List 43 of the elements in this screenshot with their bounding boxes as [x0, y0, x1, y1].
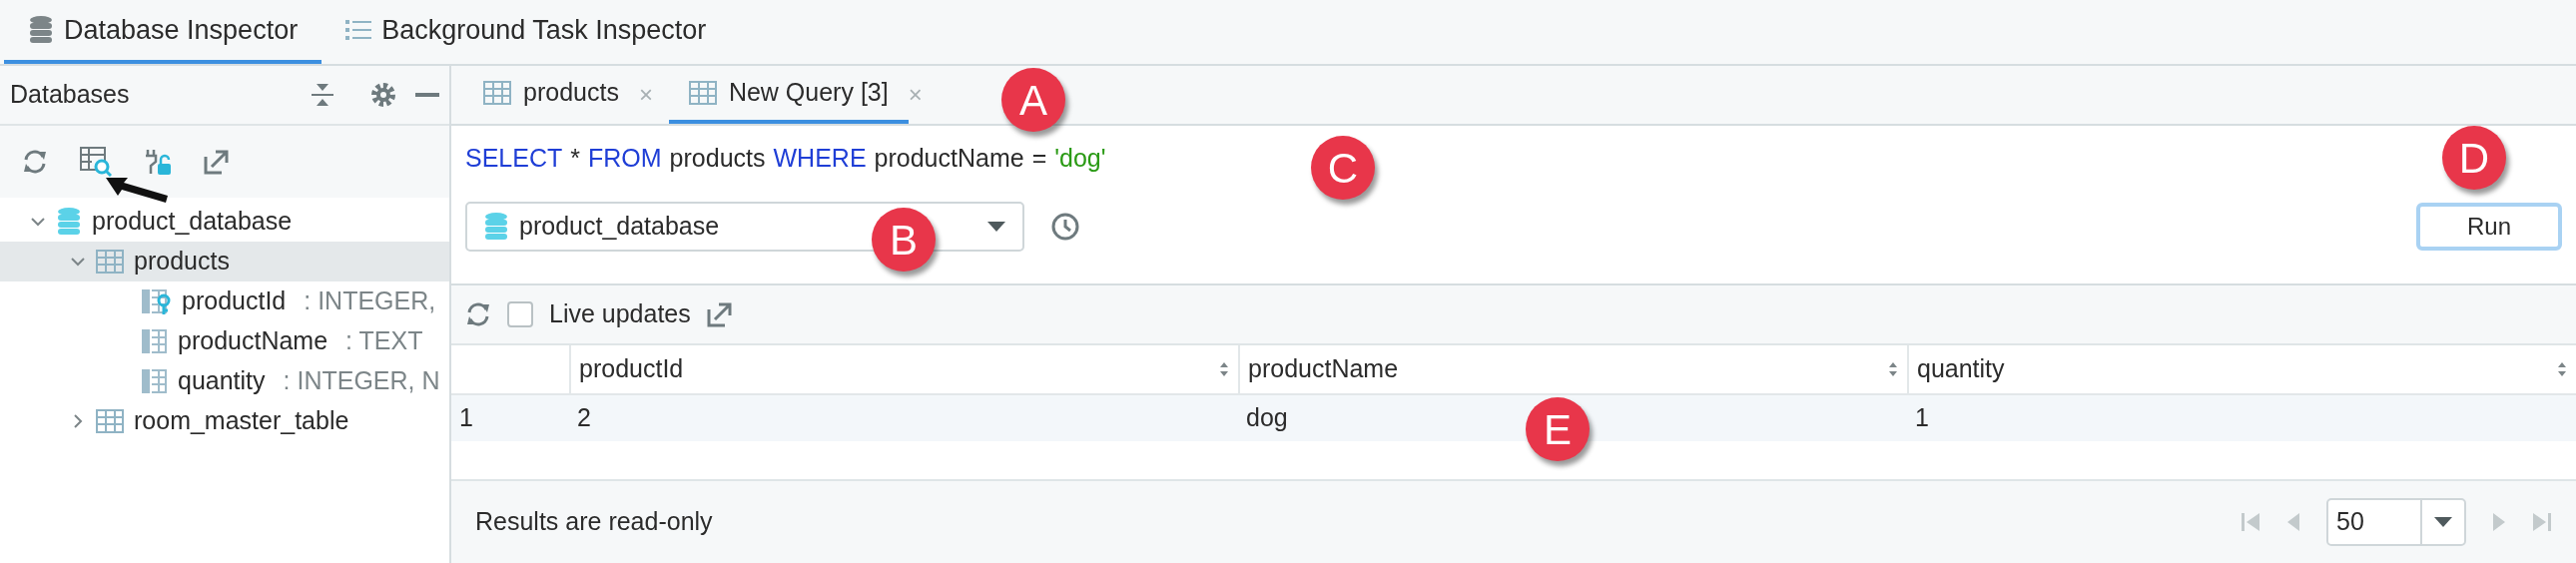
table-icon: [96, 409, 124, 433]
list-icon: [345, 18, 372, 42]
tree-item[interactable]: products: [0, 242, 449, 282]
callout-marker: A: [1001, 68, 1065, 132]
export-icon[interactable]: [706, 301, 733, 327]
table-icon: [688, 81, 717, 105]
tree-item[interactable]: quantity : INTEGER, N: [0, 361, 449, 401]
status-text: Results are read-only: [475, 506, 713, 538]
database-icon: [483, 211, 509, 242]
tree-item[interactable]: productName : TEXT: [0, 321, 449, 361]
column-header[interactable]: quantity: [1907, 345, 2576, 395]
caret-icon: [986, 220, 1006, 233]
caret-icon: [2433, 516, 2453, 528]
column-header[interactable]: productId: [569, 345, 1238, 395]
tree-item[interactable]: product_database: [0, 202, 449, 242]
column-icon: [142, 368, 168, 394]
table-search-icon[interactable]: [80, 147, 112, 177]
table-icon: [96, 250, 124, 274]
panel-title: Databases: [10, 79, 130, 111]
column-icon: [142, 328, 168, 354]
sql-query-text[interactable]: SELECT * FROM products WHERE productName = 'dog': [465, 140, 1106, 178]
page-size-dropdown[interactable]: 50: [2326, 498, 2466, 546]
pointer-arrow-icon: [104, 176, 170, 204]
settings-icon[interactable]: [369, 81, 397, 109]
collapse-icon[interactable]: [312, 82, 333, 108]
database-icon: [28, 15, 54, 45]
tree-item[interactable]: productId : INTEGER,: [0, 282, 449, 321]
refresh-icon[interactable]: [465, 301, 491, 327]
column-header[interactable]: productName: [1238, 345, 1907, 395]
key-column-icon: [142, 288, 172, 314]
refresh-icon[interactable]: [22, 149, 48, 175]
export-icon[interactable]: [204, 149, 230, 175]
minimize-icon[interactable]: [415, 92, 439, 98]
checkbox-label[interactable]: Live updates: [549, 295, 691, 333]
history-icon[interactable]: [1050, 211, 1080, 242]
query-tab[interactable]: products: [463, 66, 639, 124]
tree-item[interactable]: room_master_table: [0, 401, 449, 441]
checkbox[interactable]: [507, 301, 533, 327]
run-button[interactable]: Run: [2416, 202, 2562, 251]
table-icon: [483, 81, 511, 105]
tool-tab[interactable]: Background Task Inspector: [322, 0, 731, 64]
plug-lock-icon[interactable]: [144, 148, 172, 176]
database-icon: [56, 207, 82, 237]
